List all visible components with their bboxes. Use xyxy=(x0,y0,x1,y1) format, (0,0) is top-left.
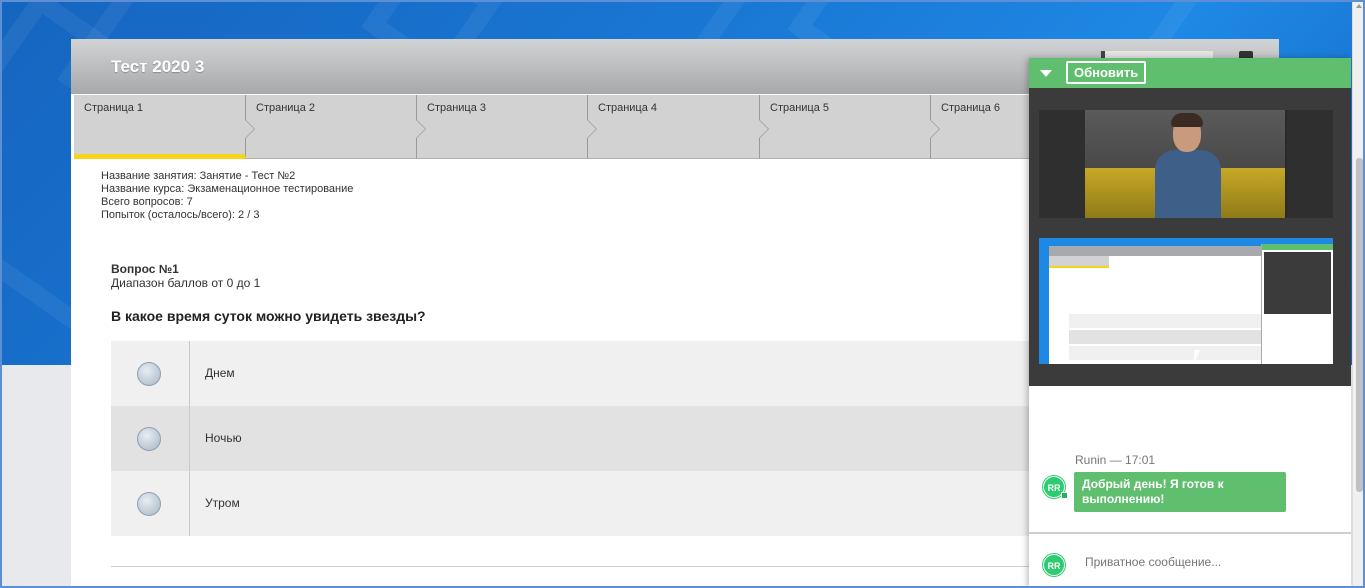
total-questions: Всего вопросов: 7 xyxy=(101,196,193,208)
answer-option[interactable]: Днем xyxy=(111,341,1071,406)
tab-page-5[interactable]: Страница 5 xyxy=(760,95,940,159)
answer-label: Ночью xyxy=(205,431,242,445)
radio-button[interactable] xyxy=(137,427,161,451)
chat-time: 17:01 xyxy=(1125,453,1156,467)
tab-page-4[interactable]: Страница 4 xyxy=(588,95,769,159)
private-message-input[interactable] xyxy=(1085,550,1335,574)
scrollbar-thumb[interactable] xyxy=(1356,158,1363,492)
scroll-up-icon[interactable] xyxy=(1356,4,1362,8)
tab-label: Страница 3 xyxy=(427,102,487,114)
avatar-initials: RR xyxy=(1047,561,1061,571)
question-header: Вопрос №1 Диапазон баллов от 0 до 1 xyxy=(111,262,260,290)
chat-meta: Runin — 17:01 xyxy=(1075,453,1155,467)
course-name: Название курса: Экзаменационное тестиров… xyxy=(101,183,354,195)
widget-header: Обновить xyxy=(1029,58,1351,88)
collapse-icon[interactable] xyxy=(1040,70,1052,77)
proctoring-widget: Обновить Runin — 17:01 RR Добрый день! Я… xyxy=(1029,58,1351,588)
question-text: В какое время суток можно увидеть звезды… xyxy=(111,308,426,324)
answer-list: Днем Ночью Утром xyxy=(111,341,1071,536)
avatar: RR xyxy=(1043,476,1068,499)
avatar-initials: RR xyxy=(1047,483,1061,493)
tab-page-1[interactable]: Страница 1 xyxy=(74,95,255,159)
screen-share-preview xyxy=(1039,238,1333,364)
webcam-feed xyxy=(1039,110,1333,218)
score-range: Диапазон баллов от 0 до 1 xyxy=(111,276,261,290)
tab-page-3[interactable]: Страница 3 xyxy=(417,95,597,159)
tab-label: Страница 6 xyxy=(941,102,1001,114)
avatar: RR xyxy=(1043,554,1065,576)
refresh-button[interactable]: Обновить xyxy=(1066,61,1147,84)
attempts-info: Попыток (осталось/всего): 2 / 3 xyxy=(101,209,260,221)
lesson-info: Название занятия: Занятие - Тест №2 Назв… xyxy=(101,170,353,222)
radio-button[interactable] xyxy=(137,492,161,516)
tab-label: Страница 1 xyxy=(84,102,144,114)
tab-label: Страница 2 xyxy=(256,102,316,114)
tab-page-2[interactable]: Страница 2 xyxy=(246,95,426,159)
tab-label: Страница 4 xyxy=(598,102,658,114)
answer-option[interactable]: Утром xyxy=(111,471,1071,536)
chat-author: Runin xyxy=(1075,453,1107,467)
camera-icon xyxy=(1061,492,1068,499)
divider xyxy=(1029,532,1351,534)
chat-separator: — xyxy=(1109,453,1122,467)
cursor-icon xyxy=(1194,350,1200,364)
chat-message: Добрый день! Я готов к выполнению! xyxy=(1074,472,1286,512)
radio-button[interactable] xyxy=(137,362,161,386)
page-title: Тест 2020 3 xyxy=(111,57,205,76)
answer-option[interactable]: Ночью xyxy=(111,406,1071,471)
answer-label: Днем xyxy=(205,366,235,380)
question-number: Вопрос №1 xyxy=(111,262,179,276)
scrollbar[interactable] xyxy=(1352,0,1365,588)
divider xyxy=(111,566,1071,567)
answer-label: Утром xyxy=(205,496,240,510)
video-area xyxy=(1029,88,1351,386)
tab-label: Страница 5 xyxy=(770,102,830,114)
lesson-name: Название занятия: Занятие - Тест №2 xyxy=(101,170,296,182)
